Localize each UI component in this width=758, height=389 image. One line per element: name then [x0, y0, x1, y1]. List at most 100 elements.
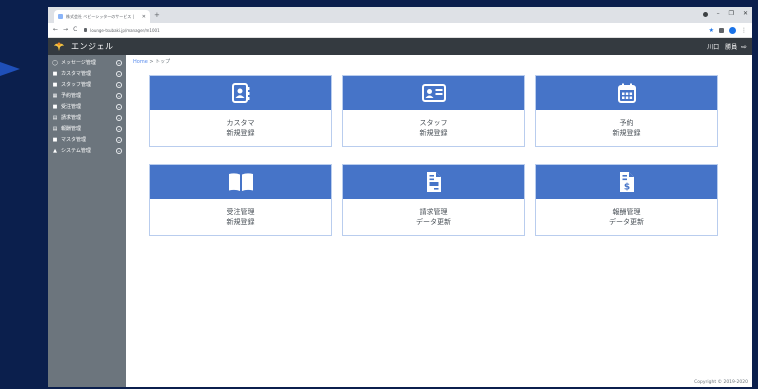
- sidebar-item-label: 予約管理: [61, 93, 82, 99]
- card-subtitle: 新規登録: [612, 128, 641, 137]
- address-bar: ← → C lounge-tsubaki.jp/manager/m1001 ★ …: [48, 23, 752, 38]
- card-label-area: 受注管理 新規登録: [150, 199, 331, 235]
- angel-logo-icon[interactable]: [53, 41, 65, 52]
- invoice-update-card[interactable]: 請求管理 データ更新: [342, 164, 525, 236]
- user-name: 川口 勝員: [707, 44, 738, 51]
- sidebar-item-label: メッセージ管理: [61, 60, 96, 66]
- sidebar-item-invoice[interactable]: ▤ 請求管理 ⌄: [48, 112, 126, 123]
- staff-register-card[interactable]: スタッフ 新規登録: [342, 75, 525, 147]
- chevron-down-icon[interactable]: ⌄: [116, 59, 122, 66]
- toolbar-extensions: ★ ⋮: [709, 26, 747, 34]
- sidebar-item-staff[interactable]: ■ スタッフ管理 ⌄: [48, 79, 126, 90]
- card-subtitle: 新規登録: [226, 128, 255, 137]
- url-text: lounge-tsubaki.jp/manager/m1001: [90, 27, 160, 33]
- breadcrumb-separator: >: [149, 59, 154, 65]
- url-field[interactable]: lounge-tsubaki.jp/manager/m1001: [82, 25, 703, 35]
- card-icon-area: $: [536, 165, 717, 199]
- chevron-down-icon[interactable]: ⌄: [116, 114, 122, 121]
- card-label-area: スタッフ 新規登録: [343, 110, 524, 146]
- breadcrumb-home-link[interactable]: Home: [133, 59, 148, 65]
- breadcrumb-current: トップ: [155, 59, 171, 65]
- card-icon-area: [343, 165, 524, 199]
- forward-icon[interactable]: →: [63, 26, 68, 34]
- card-subtitle: データ更新: [609, 217, 644, 226]
- id-card-icon: [421, 84, 446, 102]
- invoice-icon: [426, 172, 441, 192]
- sidebar-item-order[interactable]: ■ 受注管理 ⌄: [48, 101, 126, 112]
- browser-window: 株式会社 ベビーシッターのサービス | ✕ + – ❐ ✕ ← → C loun…: [48, 7, 752, 387]
- address-book-icon: [231, 83, 249, 103]
- chevron-down-icon[interactable]: ⌄: [116, 103, 122, 110]
- card-label-area: 予約 新規登録: [536, 110, 717, 146]
- sidebar-item-label: 報酬管理: [61, 126, 82, 132]
- sidebar-item-reward[interactable]: ▤ 報酬管理 ⌄: [48, 123, 126, 134]
- sidebar-item-customer[interactable]: ■ カスタマ管理 ⌄: [48, 68, 126, 79]
- card-icon-area: [150, 76, 331, 110]
- order-register-card[interactable]: 受注管理 新規登録: [149, 164, 332, 236]
- window-controls: – ❐ ✕: [702, 10, 748, 18]
- back-icon[interactable]: ←: [53, 26, 58, 34]
- brand-name: エンジェル: [71, 42, 114, 51]
- sidebar-item-master[interactable]: ■ マスタ管理 ⌄: [48, 134, 126, 145]
- staff-icon: ■: [52, 81, 58, 88]
- sidebar-item-label: マスタ管理: [61, 137, 87, 143]
- card-label-area: 報酬管理 データ更新: [536, 199, 717, 235]
- account-icon[interactable]: [702, 11, 708, 17]
- card-title: 予約: [619, 118, 634, 127]
- reward-icon: ▤: [52, 125, 58, 132]
- card-title: カスタマ: [226, 118, 255, 127]
- minimize-icon[interactable]: –: [717, 10, 720, 18]
- sidebar-item-message[interactable]: ◯ メッセージ管理 ⌄: [48, 57, 126, 68]
- card-title: 報酬管理: [612, 207, 641, 216]
- customer-register-card[interactable]: カスタマ 新規登録: [149, 75, 332, 147]
- card-title: 受注管理: [226, 207, 255, 216]
- sidebar-item-label: カスタマ管理: [61, 71, 92, 77]
- sidebar-item-label: 請求管理: [61, 115, 82, 121]
- logout-icon[interactable]: ⇨: [741, 43, 747, 51]
- sidebar-item-label: システム管理: [61, 148, 91, 154]
- calendar-icon: [617, 83, 636, 103]
- invoice-icon: ▤: [52, 114, 58, 121]
- sidebar: ◯ メッセージ管理 ⌄ ■ カスタマ管理 ⌄ ■ スタッフ管理 ⌄ ▦ 予約管理…: [48, 55, 126, 387]
- bookmark-star-icon[interactable]: ★: [709, 27, 714, 34]
- master-icon: ■: [52, 136, 58, 143]
- dollar-document-icon: $: [619, 172, 634, 193]
- chevron-down-icon[interactable]: ⌄: [116, 147, 122, 154]
- reservation-register-card[interactable]: 予約 新規登録: [535, 75, 718, 147]
- calendar-icon: ▦: [52, 92, 58, 99]
- extension-icon[interactable]: [719, 27, 724, 33]
- sidebar-item-reservation[interactable]: ▦ 予約管理 ⌄: [48, 90, 126, 101]
- card-subtitle: 新規登録: [419, 128, 448, 137]
- chevron-down-icon[interactable]: ⌄: [116, 136, 122, 143]
- sidebar-item-system[interactable]: ▲ システム管理 ⌄: [48, 145, 126, 156]
- system-icon: ▲: [53, 147, 57, 154]
- card-label-area: 請求管理 データ更新: [343, 199, 524, 235]
- browser-tab[interactable]: 株式会社 ベビーシッターのサービス | ✕: [54, 10, 150, 23]
- lock-icon: [84, 28, 88, 32]
- chat-icon: ◯: [52, 59, 58, 66]
- new-tab-icon[interactable]: +: [154, 11, 160, 19]
- card-icon-area: [150, 165, 331, 199]
- tab-title: 株式会社 ベビーシッターのサービス |: [66, 13, 134, 19]
- card-subtitle: データ更新: [416, 217, 451, 226]
- main-content: Home > トップ カスタマ 新規登録 スタッフ 新規登録 予約 新規登録 受…: [126, 55, 752, 387]
- menu-kebab-icon[interactable]: ⋮: [741, 27, 747, 34]
- close-tab-icon[interactable]: ✕: [142, 14, 146, 20]
- maximize-icon[interactable]: ❐: [729, 10, 734, 18]
- reload-icon[interactable]: C: [73, 26, 77, 34]
- card-title: スタッフ: [419, 118, 448, 127]
- svg-text:$: $: [623, 183, 629, 193]
- profile-icon[interactable]: [729, 26, 736, 34]
- card-title: 請求管理: [419, 207, 448, 216]
- copyright: Copyright © 2019-2020: [694, 380, 748, 385]
- chevron-down-icon[interactable]: ⌄: [116, 70, 122, 77]
- card-subtitle: 新規登録: [226, 217, 255, 226]
- close-window-icon[interactable]: ✕: [743, 10, 748, 18]
- chevron-down-icon[interactable]: ⌄: [116, 92, 122, 99]
- book-icon: ■: [52, 103, 58, 110]
- reward-update-card[interactable]: $ 報酬管理 データ更新: [535, 164, 718, 236]
- chevron-down-icon[interactable]: ⌄: [116, 81, 122, 88]
- browser-tabbar: 株式会社 ベビーシッターのサービス | ✕ + – ❐ ✕: [48, 7, 752, 23]
- chevron-down-icon[interactable]: ⌄: [116, 125, 122, 132]
- card-label-area: カスタマ 新規登録: [150, 110, 331, 146]
